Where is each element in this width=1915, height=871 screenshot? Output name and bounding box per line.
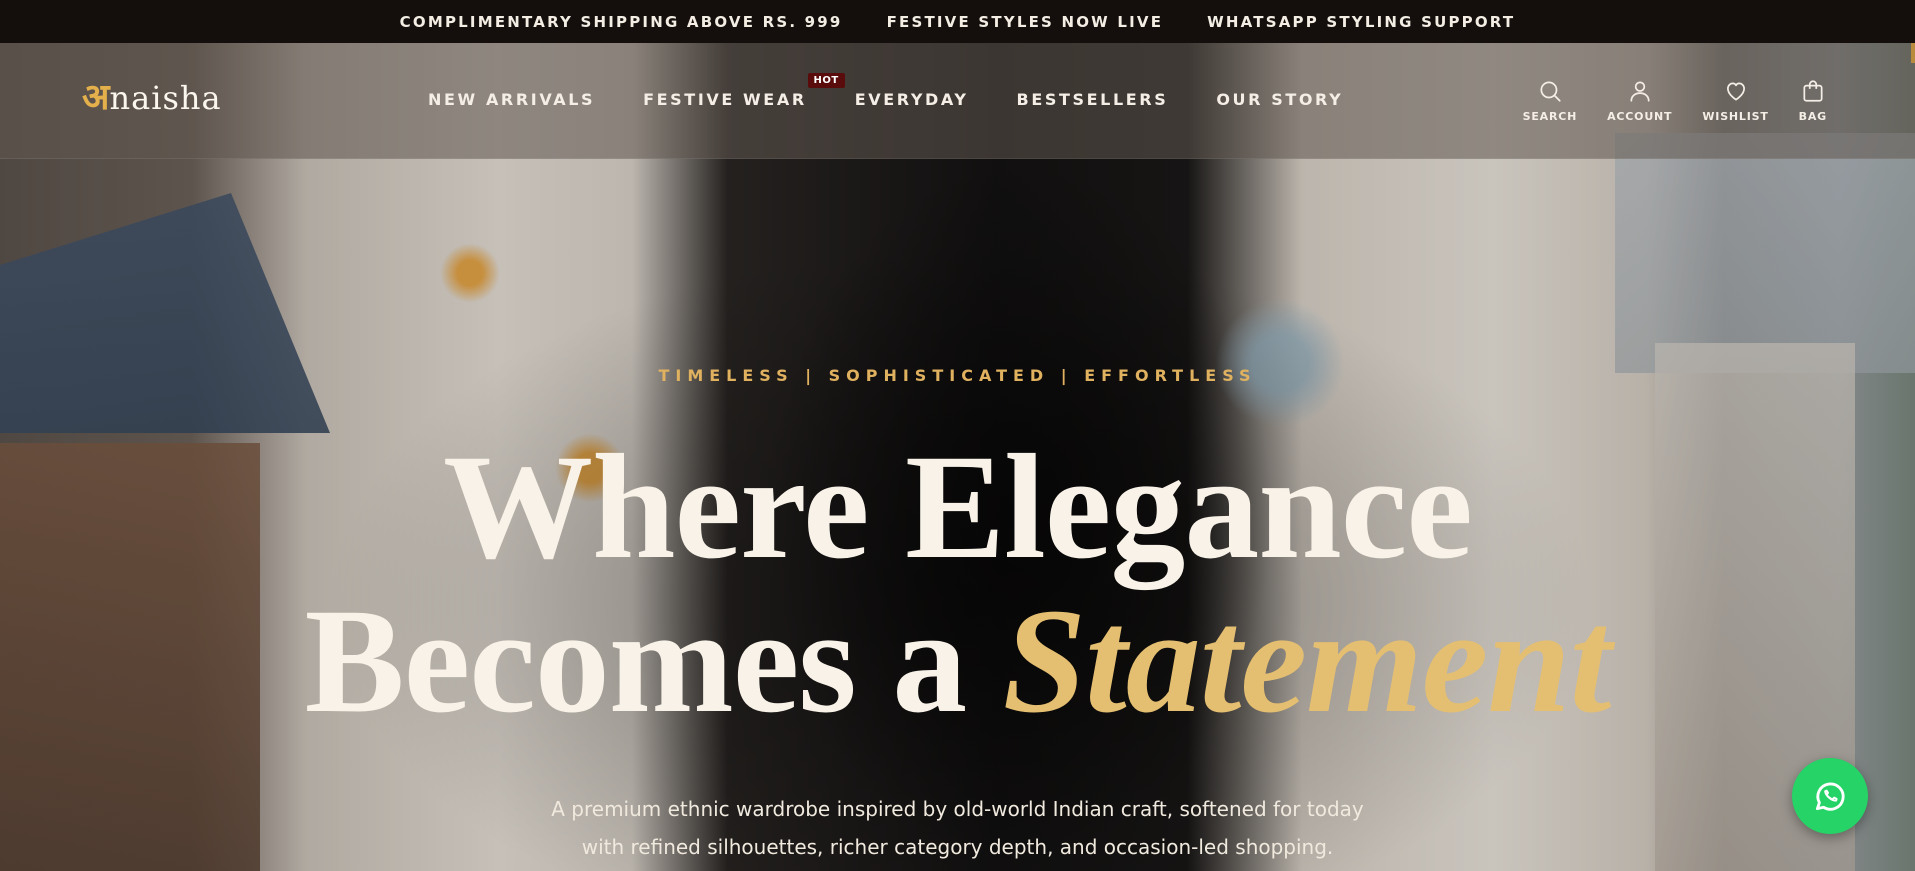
site-header: अ naisha NEW ARRIVALS FESTIVE WEAR HOT E… (0, 43, 1915, 159)
bag-label: BAG (1798, 110, 1827, 123)
headline-accent: Statement (1002, 578, 1612, 744)
headline-line-2-text: Becomes a (304, 578, 1003, 744)
header-actions: SEARCH ACCOUNT WISHLIST BAG (1523, 78, 1827, 123)
headline-line-2: Becomes a Statement (0, 584, 1915, 738)
heart-icon (1726, 82, 1745, 101)
logo-mark: अ (82, 77, 110, 118)
whatsapp-chat-button[interactable] (1792, 758, 1868, 834)
user-icon (1630, 81, 1650, 102)
main-nav: NEW ARRIVALS FESTIVE WEAR HOT EVERYDAY B… (428, 73, 1343, 109)
bag-icon (1803, 80, 1823, 102)
search-button[interactable]: SEARCH (1523, 78, 1578, 123)
account-button[interactable]: ACCOUNT (1607, 78, 1672, 123)
nav-bestsellers[interactable]: BESTSELLERS (1017, 90, 1169, 109)
hero-headline: Where Elegance Becomes a Statement (0, 430, 1915, 738)
hot-badge: HOT (807, 73, 845, 88)
nav-label: FESTIVE WEAR (643, 90, 807, 109)
nav-new-arrivals[interactable]: NEW ARRIVALS (428, 90, 595, 109)
hero-subcopy: A premium ethnic wardrobe inspired by ol… (0, 790, 1915, 866)
subcopy-line-2: with refined silhouettes, richer categor… (581, 835, 1334, 859)
nav-our-story[interactable]: OUR STORY (1216, 90, 1343, 109)
scroll-accent (1911, 43, 1915, 63)
nav-festive-wear[interactable]: FESTIVE WEAR HOT (643, 73, 845, 109)
announcement-festive: FESTIVE STYLES NOW LIVE (886, 12, 1164, 31)
search-label: SEARCH (1522, 110, 1578, 123)
nav-label: NEW ARRIVALS (428, 90, 596, 109)
nav-label: BESTSELLERS (1016, 90, 1169, 109)
logo-wordmark: naisha (109, 79, 222, 117)
announcement-bar: COMPLIMENTARY SHIPPING ABOVE RS. 999 FES… (0, 0, 1915, 43)
headline-line-1: Where Elegance (443, 424, 1473, 590)
wishlist-button[interactable]: WISHLIST (1702, 78, 1768, 123)
brand-logo[interactable]: अ naisha (82, 71, 222, 120)
nav-everyday[interactable]: EVERYDAY (855, 90, 969, 109)
nav-label: EVERYDAY (854, 90, 969, 109)
account-label: ACCOUNT (1607, 110, 1673, 123)
wishlist-label: WISHLIST (1702, 110, 1769, 123)
announcement-whatsapp: WHATSAPP STYLING SUPPORT (1207, 12, 1516, 31)
subcopy-line-1: A premium ethnic wardrobe inspired by ol… (551, 797, 1364, 821)
search-icon (1540, 81, 1561, 102)
nav-label: OUR STORY (1216, 90, 1344, 109)
announcement-shipping: COMPLIMENTARY SHIPPING ABOVE RS. 999 (399, 12, 843, 31)
hero-tagline: TIMELESS | SOPHISTICATED | EFFORTLESS (658, 366, 1257, 385)
whatsapp-icon (1815, 782, 1845, 811)
bag-button[interactable]: BAG (1799, 78, 1827, 123)
